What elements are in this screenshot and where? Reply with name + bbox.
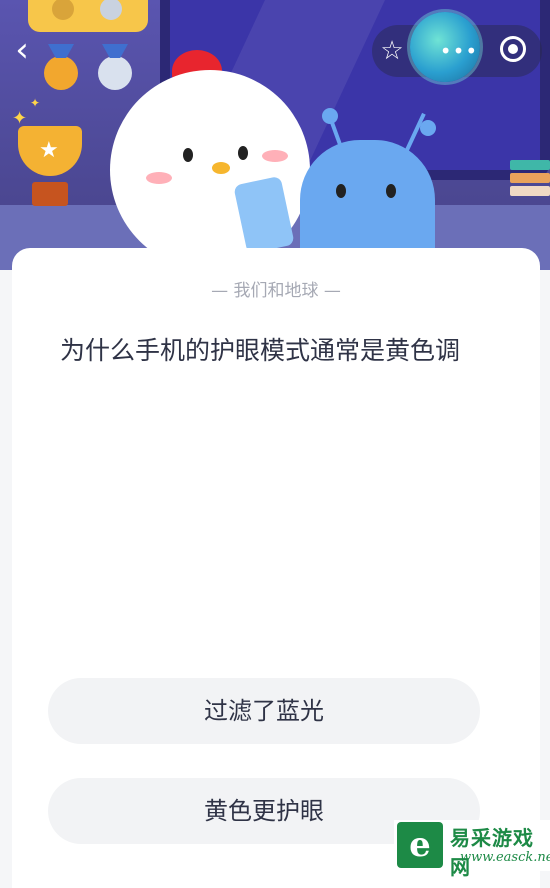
- star-icon[interactable]: ☆: [372, 25, 412, 77]
- alien-eye: [336, 184, 346, 198]
- chicken-beak: [212, 162, 230, 174]
- watermark-url: www.easck.net: [460, 850, 550, 865]
- trophy-star-icon: ★: [39, 138, 59, 163]
- book: [510, 160, 550, 170]
- silver-medal-icon: [98, 56, 132, 90]
- chicken-cheek: [146, 172, 172, 184]
- award-shelf-medal-icon: [52, 0, 74, 20]
- alien-eye: [386, 184, 396, 198]
- watermark-logo-icon: e: [397, 822, 443, 868]
- question-text: 为什么手机的护眼模式通常是黄色调: [60, 336, 461, 365]
- answer-option-1[interactable]: 过滤了蓝光: [48, 678, 480, 744]
- book: [510, 186, 550, 196]
- question-category: — 我们和地球 —: [211, 281, 341, 301]
- award-shelf: [28, 0, 148, 32]
- alien-antenna-ball: [420, 120, 436, 136]
- site-watermark: e 易采游戏网 www.easck.net: [394, 820, 550, 879]
- back-button[interactable]: ‹: [6, 30, 38, 70]
- book: [510, 173, 550, 183]
- alien-antenna-ball: [322, 108, 338, 124]
- gold-medal-icon: [44, 56, 78, 90]
- books-icon: [510, 160, 550, 210]
- award-shelf-medal-icon: [100, 0, 122, 20]
- target-close-icon[interactable]: [500, 36, 526, 62]
- chicken-cheek: [262, 150, 288, 162]
- header-illustration: ✦ ✦ ★ ‹ ☆ •••: [0, 0, 550, 270]
- sparkle-icon: ✦: [30, 96, 41, 110]
- trophy-base: [32, 182, 68, 206]
- chicken-eye: [238, 146, 248, 160]
- chicken-eye: [183, 148, 193, 162]
- more-icon[interactable]: •••: [436, 25, 482, 77]
